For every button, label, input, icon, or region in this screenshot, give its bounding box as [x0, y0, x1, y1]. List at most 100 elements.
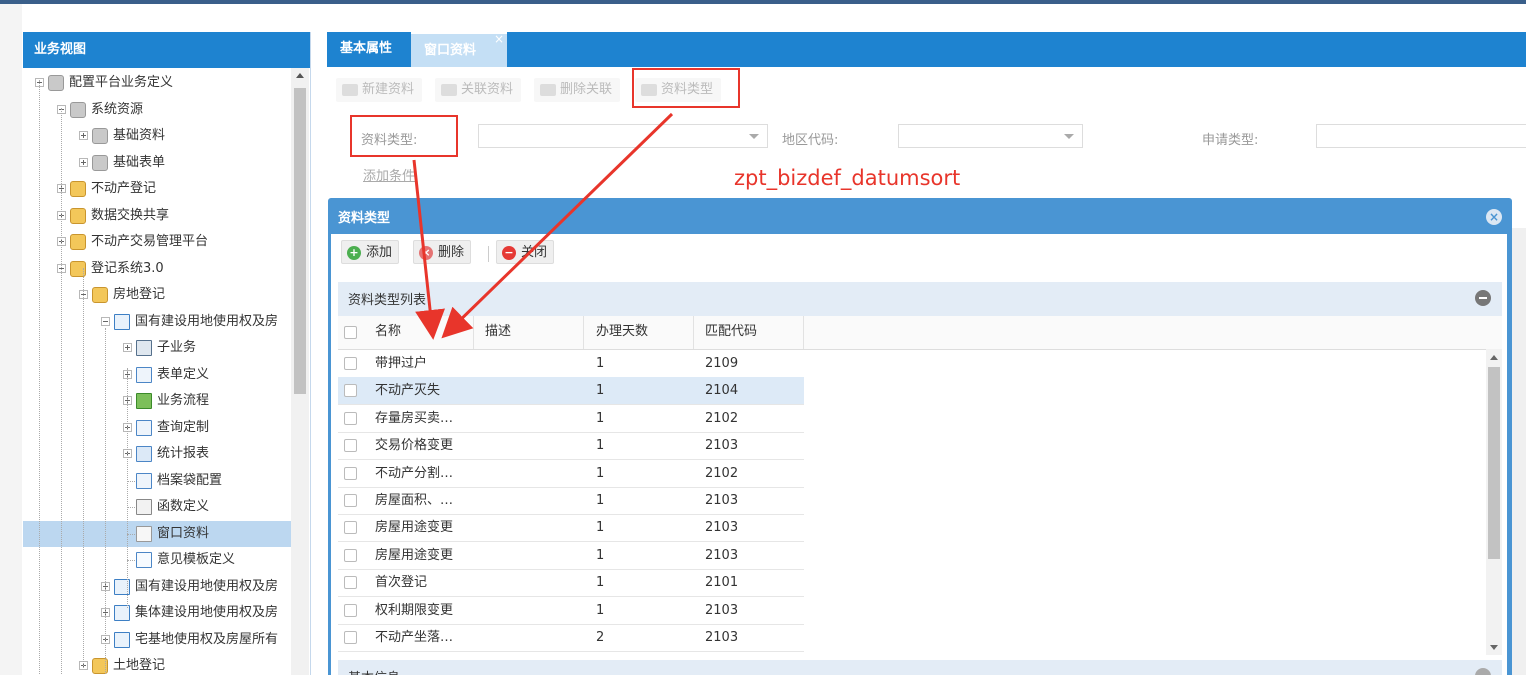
tree-node[interactable]: 业务流程	[23, 388, 291, 414]
select-all-checkbox[interactable]	[344, 326, 357, 339]
row-checkbox[interactable]	[344, 411, 357, 425]
column-match-code[interactable]: 匹配代码	[705, 316, 757, 349]
cell-code: 2103	[705, 520, 739, 536]
cell-days: 1	[596, 602, 605, 618]
row-checkbox[interactable]	[344, 576, 357, 590]
row-checkbox[interactable]	[344, 603, 357, 617]
tree-node[interactable]: 表单定义	[23, 362, 291, 388]
table-row[interactable]: 房屋面积、… 1 2103	[338, 487, 804, 515]
tree-node-label: 不动产交易管理平台	[91, 234, 209, 249]
tree-node[interactable]: 基础表单	[23, 150, 291, 176]
tree-node[interactable]: 土地登记	[23, 653, 291, 675]
table-row[interactable]: 不动产坐落… 2 2103	[338, 624, 804, 652]
scroll-thumb[interactable]	[1488, 367, 1500, 559]
tree-connector	[127, 480, 135, 482]
cell-name: 权利期限变更	[375, 602, 454, 618]
button-label: 删除	[438, 245, 465, 260]
tree-node[interactable]: 房地登记	[23, 282, 291, 308]
row-checkbox[interactable]	[344, 466, 357, 480]
dialog-close-icon[interactable]: ×	[1486, 209, 1502, 225]
tree-node[interactable]: 宅基地使用权及房屋所有	[23, 627, 291, 653]
row-checkbox[interactable]	[344, 357, 357, 370]
tree-node[interactable]: 登记系统3.0	[23, 256, 291, 282]
new-material-button[interactable]: 新建资料	[336, 78, 423, 102]
table-row[interactable]: 权利期限变更 1 2103	[338, 597, 804, 625]
gray-box-icon	[92, 154, 108, 171]
tree-node[interactable]: 窗口资料	[23, 520, 291, 547]
tree-scrollbar[interactable]	[291, 68, 309, 675]
scroll-down-icon[interactable]	[1490, 645, 1498, 650]
table-row[interactable]: 存量房买卖… 1 2102	[338, 405, 804, 433]
region-code-select[interactable]	[898, 124, 1083, 148]
row-checkbox[interactable]	[344, 384, 357, 398]
table-row[interactable]: 首次登记 1 2101	[338, 569, 804, 598]
tree-node[interactable]: 国有建设用地使用权及房	[23, 574, 291, 600]
tree-node[interactable]: 不动产登记	[23, 176, 291, 202]
tree-node[interactable]: 集体建设用地使用权及房	[23, 600, 291, 626]
tree-node[interactable]: 档案袋配置	[23, 468, 291, 494]
tree-node[interactable]: 查询定制	[23, 415, 291, 441]
scroll-thumb[interactable]	[294, 88, 306, 394]
add-button[interactable]: + 添加	[341, 240, 400, 264]
column-name[interactable]: 名称	[375, 316, 401, 349]
yellow-box-icon	[70, 181, 86, 197]
scroll-up-icon[interactable]	[1490, 355, 1498, 360]
button-label: 添加	[366, 245, 393, 260]
collapse-icon[interactable]	[1475, 290, 1491, 306]
tab-basic-properties[interactable]: 基本属性	[327, 32, 405, 67]
table-row[interactable]: 房屋用途变更 1 2103	[338, 514, 804, 543]
table-row[interactable]: 房屋用途变更 1 2103	[338, 542, 804, 570]
link-material-button[interactable]: 关联资料	[435, 78, 522, 102]
delete-button[interactable]: × 删除	[413, 240, 472, 264]
close-button[interactable]: − 关闭	[496, 240, 555, 264]
remove-link-button[interactable]: 删除关联	[534, 78, 621, 102]
report-icon	[136, 446, 152, 462]
row-checkbox[interactable]	[344, 631, 357, 644]
cell-name: 首次登记	[375, 575, 428, 591]
row-checkbox[interactable]	[344, 521, 357, 535]
tree-node[interactable]: 子业务	[23, 335, 291, 361]
tab-label: 基本属性	[340, 41, 393, 56]
table-row[interactable]: 不动产灭失 1 2104	[338, 377, 804, 406]
tree-node[interactable]: 基础资料	[23, 123, 291, 149]
tab-close-icon[interactable]: ×	[494, 23, 504, 56]
tab-window-materials[interactable]: 窗口资料 ×	[411, 32, 507, 69]
tree-guide-line	[127, 368, 128, 608]
column-days[interactable]: 办理天数	[596, 316, 648, 349]
expand-icon[interactable]	[79, 157, 88, 167]
collapse-icon[interactable]	[101, 316, 110, 326]
tree-node[interactable]: 统计报表	[23, 441, 291, 467]
table-row[interactable]: 交易价格变更 1 2103	[338, 432, 804, 461]
tree-node[interactable]: 系统资源	[23, 97, 291, 123]
row-checkbox[interactable]	[344, 494, 357, 507]
add-condition-link[interactable]: 添加条件	[363, 165, 415, 184]
business-view-panel: 业务视图 配置平台业务定义 系统资源 基础资料 基础表单 不动产登记 数据交换共享 不动产交…	[23, 32, 311, 675]
tree-node-label: 宅基地使用权及房屋所有	[135, 631, 279, 647]
row-checkbox[interactable]	[344, 548, 357, 562]
table-row[interactable]: 带押过户 1 2109	[338, 350, 804, 378]
column-divider	[803, 316, 804, 349]
apply-type-input[interactable]	[1316, 124, 1526, 148]
workflow-icon	[136, 393, 152, 409]
tree-node-label: 函数定义	[157, 499, 210, 514]
scroll-up-icon[interactable]	[296, 73, 304, 78]
expand-icon[interactable]	[79, 131, 88, 140]
tree-node[interactable]: 国有建设用地使用权及房	[23, 309, 291, 335]
tree-node[interactable]: 不动产交易管理平台	[23, 229, 291, 255]
tree-node[interactable]: 配置平台业务定义	[23, 70, 291, 96]
grid-scrollbar[interactable]	[1486, 349, 1502, 655]
material-type-select[interactable]	[478, 124, 768, 148]
tree-node[interactable]: 意见模板定义	[23, 547, 291, 573]
table-row[interactable]: 不动产分割… 1 2102	[338, 460, 804, 488]
tree-guide-line	[105, 328, 106, 675]
collapse-icon[interactable]	[1475, 668, 1491, 675]
column-description[interactable]: 描述	[485, 316, 511, 349]
expand-icon[interactable]	[123, 343, 132, 352]
tree-node[interactable]: 函数定义	[23, 494, 291, 520]
cell-name: 存量房买卖…	[375, 410, 454, 426]
row-checkbox[interactable]	[344, 439, 357, 453]
tree-node[interactable]: 数据交换共享	[23, 203, 291, 229]
tree-node-label: 业务流程	[157, 393, 210, 408]
cell-name: 不动产分割…	[375, 465, 454, 481]
business-tree: 配置平台业务定义 系统资源 基础资料 基础表单 不动产登记 数据交换共享不动产交易管理平台…	[23, 68, 291, 675]
